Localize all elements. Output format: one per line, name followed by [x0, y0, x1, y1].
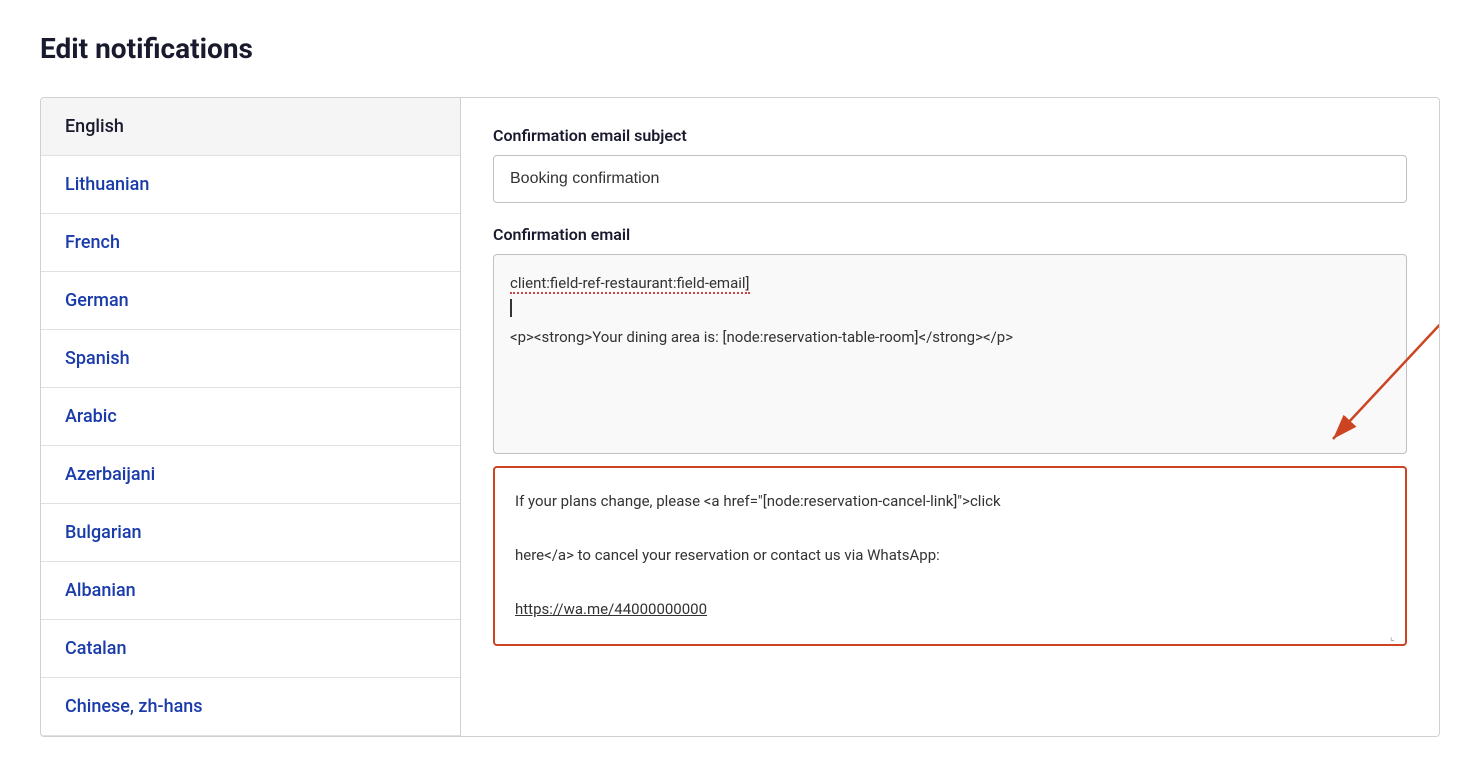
highlighted-text-line2: here</a> to cancel your reservation or c… — [515, 546, 940, 564]
resize-handle-icon[interactable]: ⌞ — [1390, 629, 1402, 641]
email-html-content: <p><strong>Your dining area is: [node:re… — [510, 325, 1390, 349]
text-cursor — [510, 299, 512, 317]
sidebar-item-catalan[interactable]: Catalan — [41, 620, 460, 678]
sidebar-item-lithuanian[interactable]: Lithuanian — [41, 156, 460, 214]
sidebar-item-albanian[interactable]: Albanian — [41, 562, 460, 620]
email-label: Confirmation email — [493, 225, 1407, 244]
page-container: Edit notifications English Lithuanian Fr… — [0, 0, 1480, 769]
subject-input[interactable] — [493, 155, 1407, 203]
highlighted-text-line1: If your plans change, please <a href="[n… — [515, 492, 1001, 510]
sidebar-item-german[interactable]: German — [41, 272, 460, 330]
email-body-preview[interactable]: client:field-ref-restaurant:field-email]… — [493, 254, 1407, 454]
sidebar-item-bulgarian[interactable]: Bulgarian — [41, 504, 460, 562]
email-token: client:field-ref-restaurant:field-email] — [510, 274, 750, 294]
page-title: Edit notifications — [40, 32, 1440, 65]
sidebar-item-chinese-zh-hans[interactable]: Chinese, zh-hans — [41, 678, 460, 736]
main-panel: English Lithuanian French German Spanish… — [40, 97, 1440, 737]
content-area: Confirmation email subject Confirmation … — [461, 98, 1439, 736]
sidebar-item-arabic[interactable]: Arabic — [41, 388, 460, 446]
sidebar-item-azerbaijani[interactable]: Azerbaijani — [41, 446, 460, 504]
sidebar-item-french[interactable]: French — [41, 214, 460, 272]
subject-label: Confirmation email subject — [493, 126, 1407, 145]
sidebar-item-spanish[interactable]: Spanish — [41, 330, 460, 388]
language-sidebar: English Lithuanian French German Spanish… — [41, 98, 461, 736]
highlighted-email-section[interactable]: If your plans change, please <a href="[n… — [493, 466, 1407, 646]
whatsapp-link: https://wa.me/44000000000 — [515, 600, 707, 618]
sidebar-item-english[interactable]: English — [41, 98, 460, 156]
